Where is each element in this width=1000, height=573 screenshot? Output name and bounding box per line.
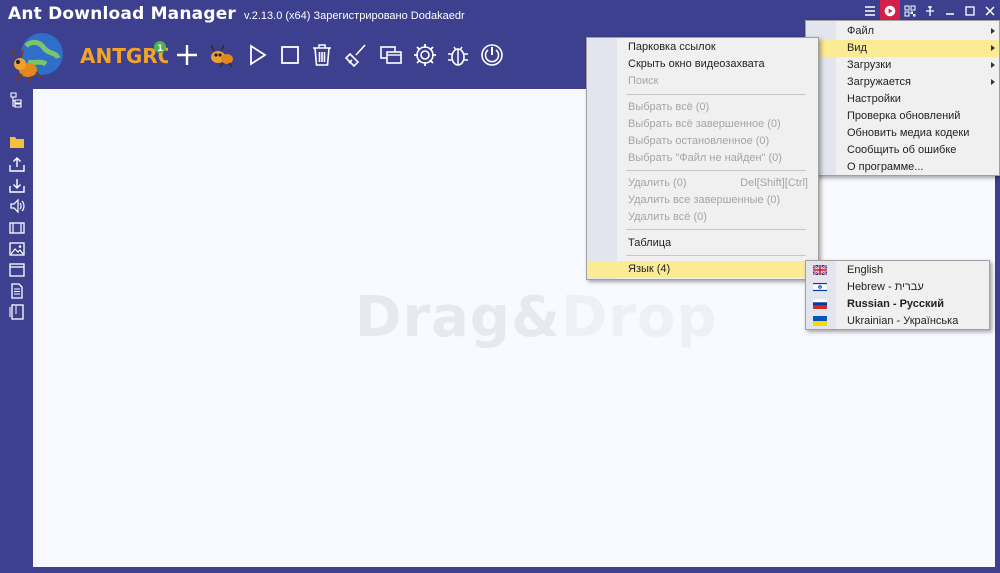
menu-item-check-updates[interactable]: Проверка обновлений (806, 108, 999, 125)
window-controls (860, 0, 1000, 22)
drag-drop-text-b: Drop (560, 285, 718, 350)
drag-drop-text-a: Drag& (355, 285, 561, 350)
window-icon[interactable] (9, 262, 25, 278)
menu-item-hide-capture[interactable]: Скрыть окно видеозахвата (587, 56, 818, 73)
stop-button[interactable] (275, 40, 305, 70)
menu-item-hebrew[interactable]: Hebrew - עברית (806, 279, 989, 296)
ukraine-flag-icon (813, 316, 827, 326)
power-icon (481, 44, 503, 66)
image-icon[interactable] (9, 241, 25, 257)
ant-logo-icon (8, 28, 70, 84)
bug-icon (448, 46, 468, 66)
uk-flag-icon (813, 265, 827, 275)
menu-item-select-stopped: Выбрать остановленное (0) (628, 135, 770, 147)
delete-shortcut: Del[Shift][Ctrl] (740, 177, 808, 189)
brand-logo: ANTGROUP 1 (80, 40, 206, 70)
menu-item-delete: Удалить (0) Del[Shift][Ctrl] (587, 175, 818, 192)
menu-item-file[interactable]: Файл (806, 23, 999, 40)
menu-item-english[interactable]: English (806, 262, 989, 279)
toolbar: ANTGROUP 1 (0, 28, 600, 86)
menu-item-delete-all: Удалить всё (0) (628, 211, 707, 223)
menu-item-settings[interactable]: Настройки (806, 91, 999, 108)
title-bar: Ant Download Manager v.2.13.0 (x64) Заре… (8, 4, 465, 26)
play-icon (250, 44, 267, 66)
close-icon[interactable] (980, 0, 1000, 22)
tree-icon[interactable] (9, 92, 25, 108)
menu-item-report-bug[interactable]: Сообщить об ошибке (806, 142, 999, 159)
qr-icon[interactable] (900, 0, 920, 22)
record-icon[interactable] (880, 0, 900, 22)
download-icon[interactable] (9, 177, 25, 193)
debug-button[interactable] (443, 40, 473, 70)
menu-item-select-all: Выбрать всё (0) (628, 101, 710, 113)
folder-icon[interactable] (9, 134, 25, 150)
menu-item-select-not-found: Выбрать "Файл не найден" (0) (628, 152, 782, 164)
broom-icon (344, 44, 366, 68)
menu-item-search: Поиск (628, 75, 659, 87)
gear-icon (414, 44, 436, 66)
windows-button[interactable] (376, 40, 406, 70)
menu-item-table[interactable]: Таблица (587, 235, 818, 252)
menu-item-russian[interactable]: Russian - Русский (806, 296, 989, 313)
delete-button[interactable] (307, 40, 337, 70)
play-button[interactable] (242, 40, 272, 70)
minimize-icon[interactable] (940, 0, 960, 22)
drag-drop-watermark: Drag&Drop (355, 285, 717, 350)
archive-icon[interactable] (9, 304, 25, 320)
pin-icon[interactable] (920, 0, 940, 22)
menu-item-delete-completed: Удалить все завершенные (0) (628, 194, 781, 206)
clean-button[interactable] (342, 40, 372, 70)
add-button[interactable] (172, 40, 202, 70)
menu-item-link-parking[interactable]: Парковка ссылок (587, 39, 818, 56)
language-menu: English Hebrew - עברית Russian - Русский… (805, 260, 990, 330)
menu-item-update-codecs[interactable]: Обновить медиа кодеки (806, 125, 999, 142)
ant-button[interactable] (207, 40, 237, 70)
menu-item-downloading[interactable]: Загружается (806, 74, 999, 91)
app-version: v.2.13.0 (x64) Зарегистрировано Dodakaed… (244, 10, 465, 22)
view-menu: Парковка ссылок Скрыть окно видеозахвата… (586, 37, 819, 280)
main-menu: Файл Вид Загрузки Загружается Настройки … (805, 20, 1000, 176)
windows-icon (380, 46, 402, 64)
trash-icon (313, 44, 331, 66)
power-button[interactable] (477, 40, 507, 70)
app-title: Ant Download Manager (8, 4, 237, 24)
maximize-icon[interactable] (960, 0, 980, 22)
svg-text:1: 1 (157, 44, 163, 54)
russia-flag-icon (813, 299, 827, 309)
menu-item-about[interactable]: О программе... (806, 159, 999, 176)
ant-icon (210, 44, 233, 68)
israel-flag-icon (813, 282, 827, 292)
document-icon[interactable] (9, 283, 25, 299)
menu-item-ukrainian[interactable]: Ukrainian - Українська (806, 313, 989, 330)
upload-icon[interactable] (9, 156, 25, 172)
video-icon[interactable] (9, 220, 25, 236)
menu-item-select-completed: Выбрать всё завершенное (0) (628, 118, 781, 130)
add-icon (177, 45, 197, 65)
settings-button[interactable] (410, 40, 440, 70)
menu-item-language[interactable]: Язык (4) (587, 261, 818, 278)
menu-icon[interactable] (860, 0, 880, 22)
audio-icon[interactable] (9, 198, 25, 214)
stop-icon (281, 46, 299, 64)
menu-item-downloads[interactable]: Загрузки (806, 57, 999, 74)
menu-item-view[interactable]: Вид (806, 40, 999, 57)
